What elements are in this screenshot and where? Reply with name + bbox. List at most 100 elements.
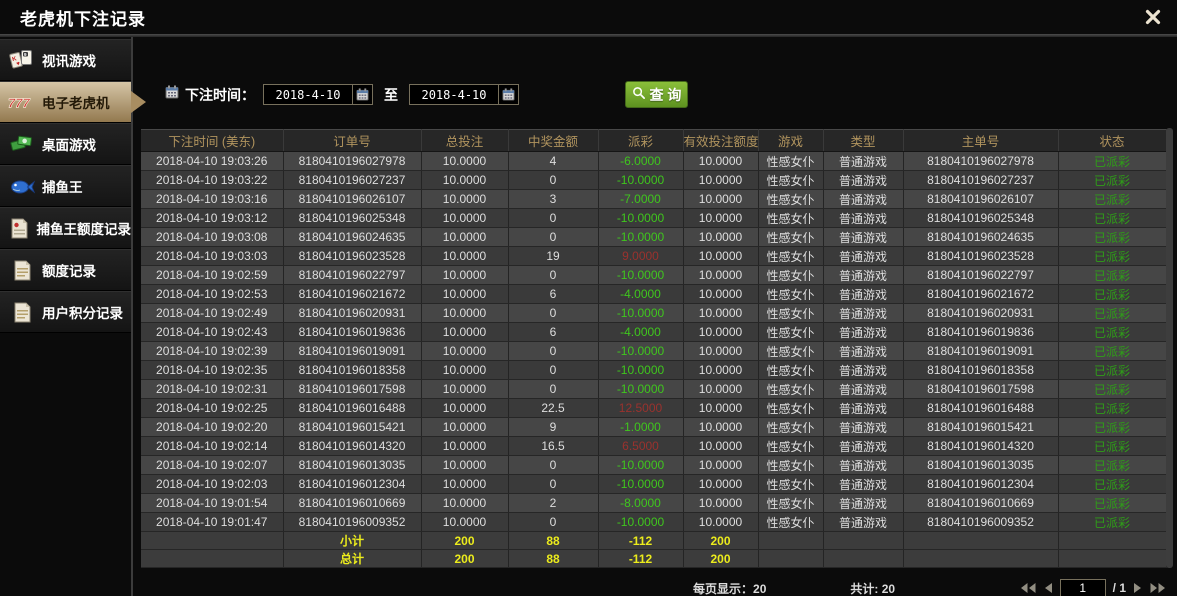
- cell-game: 性感女仆: [758, 247, 823, 266]
- query-button[interactable]: 查 询: [625, 81, 688, 108]
- cell-status: 已派彩: [1058, 266, 1166, 285]
- column-header: 下注时间 (美东): [141, 130, 283, 152]
- cell-order: 8180410196010669: [283, 494, 421, 513]
- cell-master: 8180410196027237: [903, 171, 1058, 190]
- cell-status: 已派彩: [1058, 380, 1166, 399]
- cell-game: 性感女仆: [758, 380, 823, 399]
- cell-time: 2018-04-10 19:03:26: [141, 152, 283, 171]
- cell-order: 8180410196013035: [283, 456, 421, 475]
- cell-status: 已派彩: [1058, 513, 1166, 532]
- cell-bet: 10.0000: [421, 456, 508, 475]
- sidebar-item-user-points-records[interactable]: 用户积分记录: [0, 291, 131, 333]
- cell-game: 性感女仆: [758, 513, 823, 532]
- search-icon: [632, 86, 646, 103]
- cell-game: 性感女仆: [758, 304, 823, 323]
- total-row: 总计20088-112200: [141, 550, 1166, 568]
- cell-status: 已派彩: [1058, 323, 1166, 342]
- date-to-field[interactable]: [409, 84, 519, 105]
- cell-time: 2018-04-10 19:02:53: [141, 285, 283, 304]
- cell-valid: 10.0000: [683, 456, 758, 475]
- column-header: 主单号: [903, 130, 1058, 152]
- cell-order: 8180410196021672: [283, 285, 421, 304]
- first-page-icon[interactable]: [1020, 582, 1037, 594]
- filter-bar: 下注时间： 至 查 询: [165, 81, 1177, 108]
- calendar-icon[interactable]: [352, 85, 372, 104]
- cell-time: 2018-04-10 19:03:16: [141, 190, 283, 209]
- summary-cell: [823, 532, 903, 550]
- sidebar-item-slot-machines[interactable]: 777电子老虎机: [0, 81, 131, 123]
- cell-win: 6: [508, 285, 598, 304]
- cell-type: 普通游戏: [823, 152, 903, 171]
- last-page-icon[interactable]: [1149, 582, 1166, 594]
- cell-bet: 10.0000: [421, 304, 508, 323]
- cell-win: 9: [508, 418, 598, 437]
- sidebar-item-credit-records[interactable]: 额度记录: [0, 249, 131, 291]
- cell-status: 已派彩: [1058, 361, 1166, 380]
- summary-cell: [823, 550, 903, 568]
- cell-type: 普通游戏: [823, 380, 903, 399]
- column-header: 总投注: [421, 130, 508, 152]
- sidebar-item-fishing-king[interactable]: 捕鱼王: [0, 165, 131, 207]
- cell-game: 性感女仆: [758, 342, 823, 361]
- cell-time: 2018-04-10 19:03:22: [141, 171, 283, 190]
- sidebar-item-fishing-king-credit[interactable]: 捕鱼王额度记录: [0, 207, 131, 249]
- next-page-icon[interactable]: [1133, 582, 1142, 594]
- main-content: 下注时间： 至 查 询: [133, 37, 1177, 596]
- calendar-icon[interactable]: [498, 85, 518, 104]
- total-count-label: 共计:: [850, 582, 878, 596]
- date-from-field[interactable]: [263, 84, 373, 105]
- page-number-input[interactable]: [1060, 579, 1106, 596]
- cell-time: 2018-04-10 19:02:07: [141, 456, 283, 475]
- cell-time: 2018-04-10 19:02:49: [141, 304, 283, 323]
- cell-bet: 10.0000: [421, 418, 508, 437]
- cell-master: 8180410196013035: [903, 456, 1058, 475]
- cell-order: 8180410196026107: [283, 190, 421, 209]
- cell-win: 0: [508, 171, 598, 190]
- table-row: 2018-04-10 19:03:16818041019602610710.00…: [141, 190, 1166, 209]
- cell-game: 性感女仆: [758, 209, 823, 228]
- sidebar-item-desktop-games[interactable]: 桌面游戏: [0, 123, 131, 165]
- bet-records-table: 下注时间 (美东)订单号总投注中奖金额派彩有效投注额度游戏类型主单号状态 201…: [141, 129, 1167, 568]
- summary-cell: 总计: [283, 550, 421, 568]
- cell-valid: 10.0000: [683, 513, 758, 532]
- cell-bet: 10.0000: [421, 171, 508, 190]
- summary-cell: [758, 532, 823, 550]
- summary-cell: [903, 550, 1058, 568]
- cell-status: 已派彩: [1058, 437, 1166, 456]
- cell-type: 普通游戏: [823, 399, 903, 418]
- cell-type: 普通游戏: [823, 418, 903, 437]
- cell-master: 8180410196023528: [903, 247, 1058, 266]
- doc-icon: [7, 302, 37, 323]
- cell-win: 16.5: [508, 437, 598, 456]
- summary-cell: [903, 532, 1058, 550]
- table-row: 2018-04-10 19:02:03818041019601230410.00…: [141, 475, 1166, 494]
- sidebar-item-video-games[interactable]: K♥9视讯游戏: [0, 39, 131, 81]
- date-from-input[interactable]: [264, 85, 352, 104]
- cell-type: 普通游戏: [823, 285, 903, 304]
- table-row: 2018-04-10 19:01:47818041019600935210.00…: [141, 513, 1166, 532]
- cell-master: 8180410196025348: [903, 209, 1058, 228]
- cell-game: 性感女仆: [758, 228, 823, 247]
- cell-game: 性感女仆: [758, 399, 823, 418]
- scrollbar[interactable]: [1166, 128, 1173, 568]
- table-row: 2018-04-10 19:02:20818041019601542110.00…: [141, 418, 1166, 437]
- cell-order: 8180410196024635: [283, 228, 421, 247]
- cell-payout: -10.0000: [598, 342, 683, 361]
- cell-type: 普通游戏: [823, 247, 903, 266]
- cell-win: 3: [508, 190, 598, 209]
- column-header: 有效投注额度: [683, 130, 758, 152]
- cell-win: 0: [508, 456, 598, 475]
- date-to-input[interactable]: [410, 85, 498, 104]
- cell-status: 已派彩: [1058, 342, 1166, 361]
- cell-payout: -10.0000: [598, 266, 683, 285]
- cell-payout: 12.5000: [598, 399, 683, 418]
- cell-master: 8180410196017598: [903, 380, 1058, 399]
- cell-order: 8180410196017598: [283, 380, 421, 399]
- prev-page-icon[interactable]: [1044, 582, 1053, 594]
- cell-status: 已派彩: [1058, 228, 1166, 247]
- cell-valid: 10.0000: [683, 304, 758, 323]
- close-icon[interactable]: [1145, 9, 1161, 25]
- total-count-value: 20: [882, 582, 895, 596]
- cell-payout: -10.0000: [598, 380, 683, 399]
- sidebar-item-label: 电子老虎机: [42, 92, 110, 112]
